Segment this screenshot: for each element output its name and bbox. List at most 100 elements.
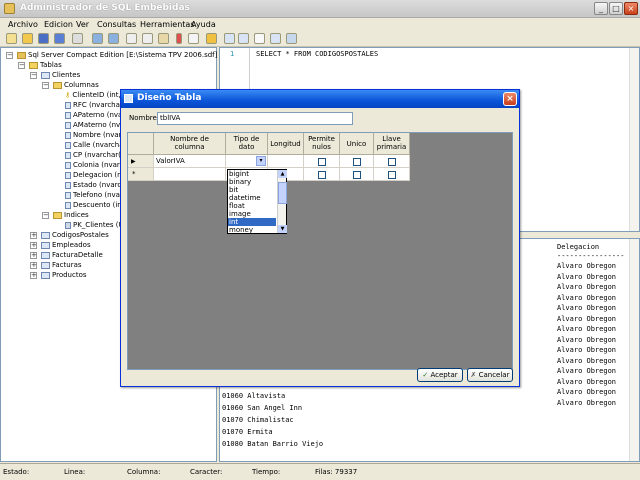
cancel-button[interactable]: ✗ Cancelar [467,368,513,382]
redo-icon[interactable] [108,33,119,44]
tree-columns[interactable]: Columnas [53,81,99,90]
maximize-button[interactable]: □ [609,2,623,15]
dropdown-scrollbar[interactable]: ▲ ▼ [277,170,287,233]
expand-toggle[interactable]: + [30,252,37,259]
unique-checkbox[interactable] [353,171,361,179]
new-icon[interactable] [6,33,17,44]
expand-toggle[interactable]: − [42,82,49,89]
type-option[interactable]: bigint [228,170,276,178]
grid-icon[interactable] [224,33,235,44]
save-icon[interactable] [38,33,49,44]
tree-column[interactable]: Telefono (nvarc [65,191,127,200]
parse-icon[interactable] [286,33,297,44]
tree-column[interactable]: RFC (nvarchar [65,101,123,110]
grid-row[interactable]: ▶ ValorIVA ▾ [128,155,410,168]
results-scrollbar[interactable] [629,239,639,461]
tree-table-clientes[interactable]: Clientes [41,71,80,80]
type-option[interactable]: bit [228,186,276,194]
tree-table[interactable]: FacturaDetalle [41,251,103,260]
type-option[interactable]: float [228,202,276,210]
menu-edicion[interactable]: Edicion [44,20,73,29]
table-name-value: tblIVA [160,114,181,122]
tree-indexes[interactable]: Indices [53,211,89,220]
list-icon[interactable] [270,33,281,44]
dialog-close-button[interactable]: × [503,92,517,106]
menu-ver[interactable]: Ver [76,20,89,29]
allow-nulls-cell [304,155,340,168]
allow-nulls-checkbox[interactable] [318,171,326,179]
row-selector[interactable]: ▶ [128,155,154,168]
file-icon[interactable] [254,33,265,44]
expand-toggle[interactable]: + [30,232,37,239]
cut-icon[interactable] [126,33,137,44]
row-selector[interactable]: * [128,168,154,181]
allow-nulls-checkbox[interactable] [318,158,326,166]
open-icon[interactable] [22,33,33,44]
menu-archivo[interactable]: Archivo [8,20,38,29]
accept-button[interactable]: ✓ Aceptar [417,368,463,382]
tree-table[interactable]: Productos [41,271,87,280]
clear-icon[interactable] [188,33,199,44]
index-icon [65,221,71,229]
expand-toggle[interactable]: − [6,52,13,59]
pencil-icon[interactable] [206,33,217,44]
status-tiempo: Tiempo: [252,468,281,476]
expand-toggle[interactable]: − [42,212,49,219]
paste-icon[interactable] [158,33,169,44]
print-icon[interactable] [72,33,83,44]
execute-icon[interactable] [176,33,182,44]
tree-table[interactable]: Facturas [41,261,82,270]
table-icon [41,71,50,79]
expand-toggle[interactable]: − [18,62,25,69]
close-button[interactable]: × [624,2,638,15]
editor-scrollbar[interactable] [629,48,639,231]
dialog-titlebar: Diseño Tabla × [121,90,519,108]
save-all-icon[interactable] [54,33,65,44]
type-option-selected[interactable]: int [228,218,276,226]
primary-key-cell [374,168,410,181]
undo-icon[interactable] [92,33,103,44]
text-icon[interactable] [238,33,249,44]
expand-toggle[interactable]: + [30,262,37,269]
table-name-input[interactable]: tblIVA [157,112,353,125]
column-icon [65,191,71,199]
type-option[interactable]: binary [228,178,276,186]
scroll-thumb[interactable] [278,182,287,204]
primary-key-checkbox[interactable] [388,171,396,179]
tree-column[interactable]: CP (nvarchar(5 [65,151,125,160]
primary-key-checkbox[interactable] [388,158,396,166]
data-type-combo[interactable]: ▾ [226,155,268,168]
tree-column[interactable]: Descuento (int [65,201,124,210]
dropdown-button[interactable]: ▾ [256,156,266,166]
tree-table[interactable]: CodigosPostales [41,231,109,240]
allow-nulls-cell [304,168,340,181]
expand-toggle[interactable]: + [30,272,37,279]
length-cell[interactable] [268,155,304,168]
type-option[interactable]: money [228,226,276,234]
unique-checkbox[interactable] [353,158,361,166]
column-icon [65,111,71,119]
header-primary-key: Llave primaria [374,133,410,155]
menu-ayuda[interactable]: Ayuda [191,20,216,29]
scroll-up-icon[interactable]: ▲ [278,170,287,178]
tree-column[interactable]: ⚷ ClienteID (int, n [65,91,127,100]
tree-root[interactable]: Sql Server Compact Edition [E:\Sistema T… [17,51,217,60]
expand-toggle[interactable]: + [30,242,37,249]
copy-icon[interactable] [142,33,153,44]
column-name-cell[interactable]: ValorIVA [154,155,226,168]
tree-tables[interactable]: Tablas [29,61,62,70]
tree-column[interactable]: Calle (nvarchar [65,141,126,150]
minimize-button[interactable]: _ [594,2,608,15]
column-name-cell[interactable] [154,168,226,181]
menu-herramientas[interactable]: Herramientas [140,20,195,29]
tree-table[interactable]: Empleados [41,241,91,250]
tree-index[interactable]: PK_Clientes (U [65,221,124,230]
data-type-dropdown-list: bigint binary bit datetime float image i… [227,169,287,234]
type-option[interactable]: datetime [228,194,276,202]
menu-consultas[interactable]: Consultas [97,20,136,29]
expand-toggle[interactable]: − [30,72,37,79]
scroll-down-icon[interactable]: ▼ [278,225,287,233]
type-option[interactable]: image [228,210,276,218]
sql-text[interactable]: SELECT * FROM CODIGOSPOSTALES [256,50,378,58]
status-caracter: Caracter: [190,468,223,476]
